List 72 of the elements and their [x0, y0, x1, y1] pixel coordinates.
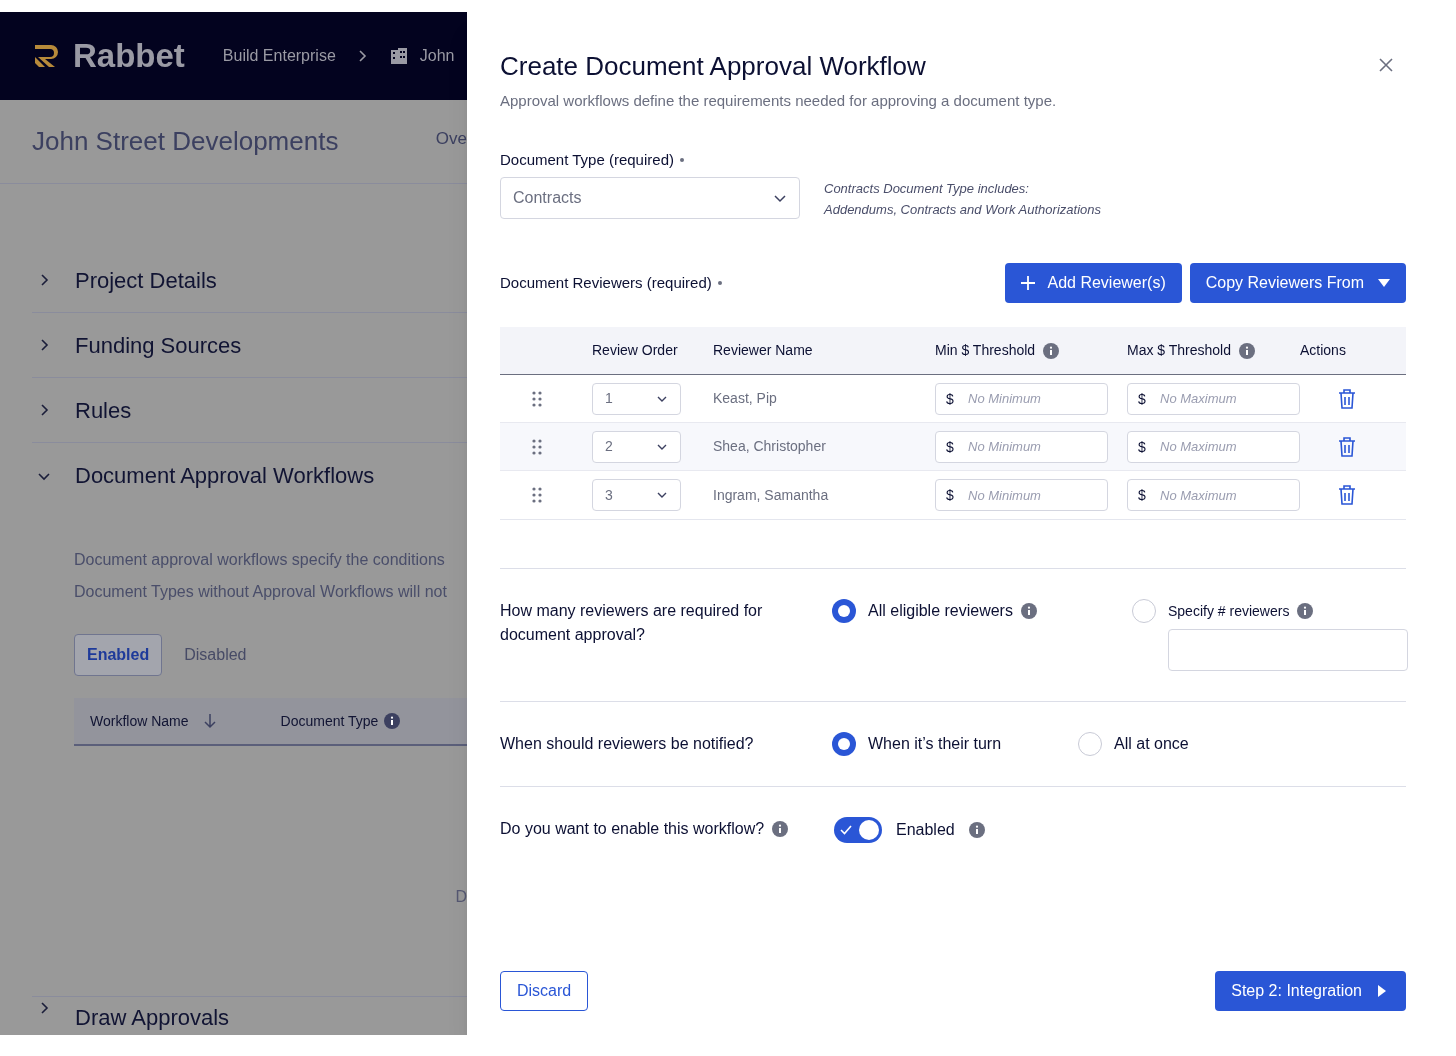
drag-handle-icon[interactable]: [532, 438, 542, 455]
currency-symbol: $: [946, 389, 954, 408]
description-text: Document Types without Approval Workflows will not: [74, 582, 448, 602]
building-icon: [389, 47, 408, 65]
column-header: Min $ Threshold: [935, 341, 1036, 360]
drag-handle-icon[interactable]: [532, 487, 542, 503]
section-header[interactable]: Draw Approvals: [32, 996, 467, 1035]
radio-unselected[interactable]: [1132, 599, 1156, 623]
check-icon: [840, 825, 852, 835]
description-text: Document approval workflows specify the conditions: [74, 550, 446, 570]
empty-state-text: D: [455, 887, 467, 907]
logo-text: Rabbet: [73, 36, 185, 77]
column-header: Max $ Threshold: [1127, 341, 1231, 360]
question-text: How many reviewers are required for document approval?: [500, 601, 764, 645]
radio-selected[interactable]: [832, 599, 856, 623]
currency-symbol: $: [1138, 486, 1146, 504]
dialog-title: Create Document Approval Workflow: [500, 50, 926, 82]
order-dropdown[interactable]: 2: [592, 430, 681, 463]
radio-unselected[interactable]: [1078, 732, 1102, 756]
column-header: Review Order: [592, 341, 678, 360]
trash-icon[interactable]: [1338, 388, 1356, 409]
add-reviewer-button[interactable]: Add Reviewer(s): [1005, 263, 1182, 303]
reviewer-name: Ingram, Samantha: [713, 485, 830, 505]
nav-tab[interactable]: Ove: [435, 125, 467, 152]
order-dropdown[interactable]: 3: [592, 479, 681, 511]
required-dot-icon: [680, 157, 684, 162]
currency-symbol: $: [946, 437, 954, 456]
arrow-down-icon: [202, 713, 217, 729]
toggle-label: Enabled: [896, 820, 955, 840]
option-label: Specify # reviewers: [1168, 601, 1290, 621]
reviewer-count-field[interactable]: [1168, 629, 1408, 671]
reviewer-name: Shea, Christopher: [713, 437, 827, 456]
question-text: When should reviewers be notified?: [500, 734, 754, 754]
dialog-subtitle: Approval workflows define the requirements needed for approving a document type.: [500, 91, 1058, 111]
plus-icon: [1021, 276, 1036, 290]
filter-tab[interactable]: Enabled: [74, 634, 163, 676]
column-header[interactable]: Document Type: [280, 710, 379, 732]
info-icon: [384, 713, 401, 729]
field-label: Document Type (required): [500, 149, 674, 170]
note-text: Contracts Document Type includes:: [824, 180, 1030, 198]
breadcrumb-link[interactable]: Build Enterprise: [222, 44, 336, 68]
breadcrumb-link[interactable]: John: [419, 44, 455, 68]
currency-symbol: $: [946, 486, 954, 504]
section-header[interactable]: Document Approval Workflows: [32, 443, 467, 508]
radio-selected[interactable]: [832, 732, 856, 756]
question-text: Do you want to enable this workflow?: [500, 819, 765, 839]
document-type-dropdown[interactable]: Contracts: [500, 177, 800, 219]
toggle-switch[interactable]: [834, 817, 882, 843]
order-dropdown[interactable]: 1: [592, 382, 681, 415]
currency-symbol: $: [1138, 389, 1146, 408]
page-title: John Street Developments: [32, 125, 339, 158]
field-label: Document Reviewers (required): [500, 272, 712, 293]
chevron-right-icon: [357, 49, 368, 63]
caret-right-icon: [1378, 985, 1386, 997]
close-icon[interactable]: [1378, 57, 1394, 73]
option-label: When it’s their turn: [868, 734, 1002, 754]
note-text: Addendums, Contracts and Work Authorizations: [824, 201, 1101, 219]
caret-down-icon: [1378, 279, 1390, 287]
option-label: All at once: [1114, 734, 1189, 754]
discard-button[interactable]: Discard: [500, 971, 589, 1011]
next-step-button[interactable]: Step 2: Integration: [1215, 971, 1406, 1011]
reviewer-name: Keast, Pip: [713, 389, 778, 408]
trash-icon[interactable]: [1338, 436, 1356, 457]
currency-symbol: $: [1138, 437, 1146, 456]
option-label: All eligible reviewers: [868, 601, 1013, 621]
required-dot-icon: [717, 281, 722, 285]
column-header: Reviewer Name: [713, 341, 813, 360]
copy-reviewers-button[interactable]: Copy Reviewers From: [1189, 263, 1406, 303]
column-header[interactable]: Workflow Name: [90, 710, 189, 732]
column-header: Actions: [1300, 341, 1346, 360]
trash-icon[interactable]: [1338, 485, 1356, 505]
drag-handle-icon[interactable]: [532, 390, 542, 407]
